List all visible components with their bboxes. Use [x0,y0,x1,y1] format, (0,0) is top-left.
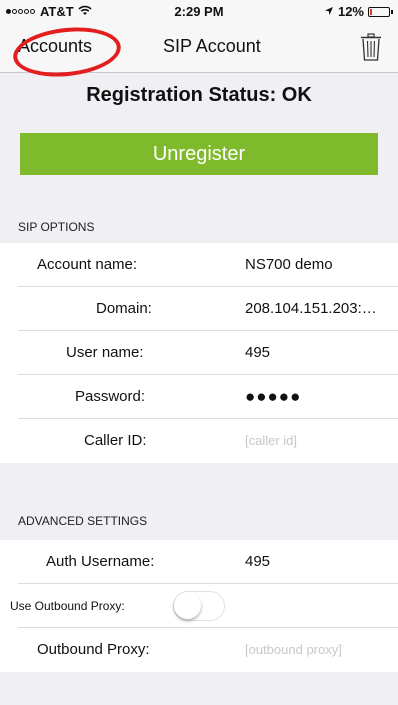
sip-options-table: Account name: NS700 demo Domain: 208.104… [0,243,398,463]
outbound-proxy-field[interactable]: [outbound proxy] [245,628,395,672]
caller-id-label: Caller ID: [84,432,147,449]
auth-username-label: Auth Username: [46,553,155,570]
status-right: 12% [324,4,393,19]
status-bar: AT&T 2:29 PM 12% [0,0,398,22]
account-name-label: Account name: [37,256,138,273]
battery-percent: 12% [337,4,364,19]
user-name-row[interactable]: User name: 495 [0,331,398,375]
outbound-proxy-row[interactable]: Outbound Proxy: [outbound proxy] [0,628,398,672]
page-title: SIP Account [163,36,261,56]
battery-icon [368,6,393,17]
auth-username-row[interactable]: Auth Username: 495 [0,540,398,584]
password-label: Password: [75,388,146,405]
auth-username-field[interactable]: 495 [245,540,395,584]
section-header-sip-options: SIP OPTIONS [18,220,95,234]
accounts-back-button[interactable]: Accounts [18,36,92,57]
use-outbound-proxy-toggle[interactable] [173,591,225,621]
registration-status: Registration Status: OK [86,84,312,106]
domain-row[interactable]: Domain: 208.104.151.203:… [0,287,398,331]
password-field[interactable]: ●●●●● [245,375,395,419]
domain-field[interactable]: 208.104.151.203:… [245,287,395,331]
caller-id-field[interactable]: [caller id] [245,419,395,463]
battery-level-fill [370,8,372,15]
use-outbound-proxy-label: Use Outbound Proxy: [10,599,125,613]
unregister-button[interactable]: Unregister [20,133,378,175]
trash-icon[interactable] [360,33,382,61]
section-header-advanced-settings: ADVANCED SETTINGS [18,514,148,528]
navigation-bar: Accounts SIP Account [0,22,398,82]
domain-label: Domain: [96,300,152,317]
toggle-knob [174,592,201,619]
account-name-field[interactable]: NS700 demo [245,243,395,287]
location-arrow-icon [324,4,334,19]
user-name-label: User name: [66,344,144,361]
account-name-row[interactable]: Account name: NS700 demo [0,243,398,287]
outbound-proxy-toggle-row: Use Outbound Proxy: [0,584,398,628]
password-row[interactable]: Password: ●●●●● [0,375,398,419]
user-name-field[interactable]: 495 [245,331,395,375]
caller-id-row[interactable]: Caller ID: [caller id] [0,419,398,463]
outbound-proxy-label: Outbound Proxy: [37,641,150,658]
advanced-settings-table: Auth Username: 495 Use Outbound Proxy: O… [0,540,398,672]
